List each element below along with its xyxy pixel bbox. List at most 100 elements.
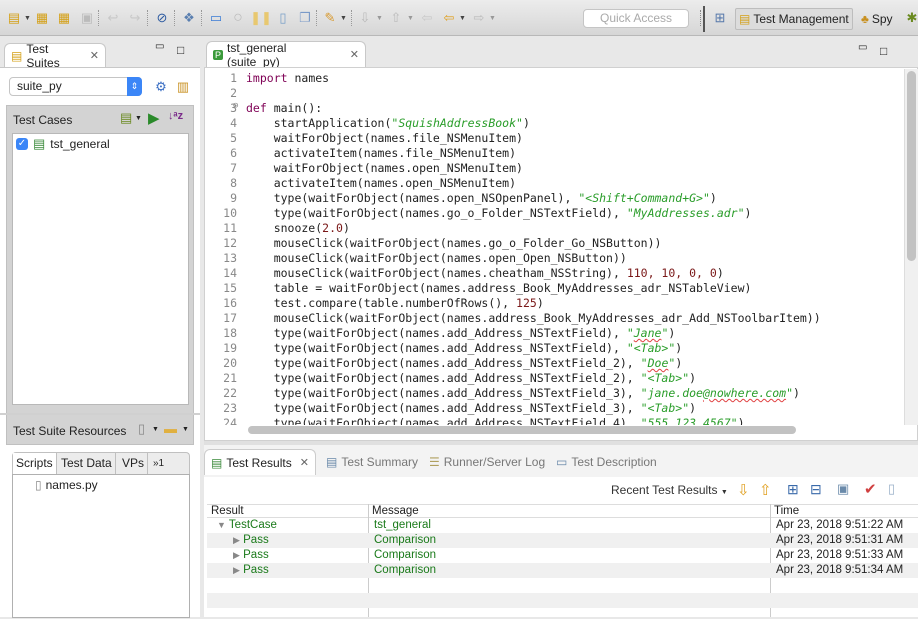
launch-aut-icon[interactable]: ▭ xyxy=(207,9,225,27)
maximize-icon[interactable]: □ xyxy=(880,44,887,58)
test-case-list: ✓ ▤ tst_general xyxy=(12,133,189,405)
column-header-result[interactable]: Result xyxy=(207,505,244,518)
fold-collapse-icon[interactable]: ⊖ xyxy=(233,101,238,111)
close-icon[interactable]: ✕ xyxy=(350,48,359,61)
toolbar-separator xyxy=(700,10,701,26)
expanded-triangle-icon[interactable]: ▼ xyxy=(217,520,226,530)
line-number: 16 xyxy=(223,296,237,310)
time-cell: Apr 23, 2018 9:51:31 AM xyxy=(776,534,904,546)
prev-annotation-dropdown-icon[interactable]: ▼ xyxy=(407,15,414,22)
table-row[interactable]: ▶ Pass Comparison Apr 23, 2018 9:51:33 A… xyxy=(207,548,918,563)
vertical-scrollbar[interactable] xyxy=(904,69,918,425)
horizontal-scrollbar[interactable] xyxy=(248,426,796,434)
new-icon[interactable]: ▤ xyxy=(5,9,23,27)
sort-az-icon[interactable]: ↓ᵃz xyxy=(168,110,183,122)
line-number: 23 xyxy=(223,401,237,415)
forward-icon[interactable]: ⇨ xyxy=(470,9,488,27)
suite-select[interactable]: suite_py ⇕ xyxy=(9,77,142,96)
tab-runner-server-log[interactable]: ☰ Runner/Server Log xyxy=(429,449,545,475)
back-dropdown-icon[interactable]: ▼ xyxy=(459,15,466,22)
open-suite-icon[interactable]: ▦ xyxy=(55,9,73,27)
expand-all-icon[interactable]: ⊞ xyxy=(787,481,799,498)
next-annotation-dropdown-icon[interactable]: ▼ xyxy=(376,15,383,22)
code-line: waitForObject(names.file_NSMenuItem) xyxy=(246,131,523,145)
resource-item[interactable]: ▯ names.py xyxy=(35,478,98,492)
tab-test-results[interactable]: ▤ Test Results ✕ xyxy=(204,449,316,475)
previous-failure-icon[interactable]: ⇧ xyxy=(759,481,772,499)
new-resource-icon[interactable]: ▯ xyxy=(138,421,145,437)
new-testcase-icon[interactable]: ▯ xyxy=(274,9,292,27)
table-row[interactable]: ▶ Pass Comparison Apr 23, 2018 9:51:34 A… xyxy=(207,563,918,578)
suite-columns-icon[interactable]: ▥ xyxy=(174,78,192,96)
undo-icon[interactable]: ↩ xyxy=(104,9,122,27)
tab-test-data[interactable]: Test Data xyxy=(58,453,116,474)
minimize-icon[interactable]: ▭ xyxy=(858,42,867,53)
collapsed-triangle-icon[interactable]: ▶ xyxy=(233,565,240,575)
window-icon[interactable]: ❐ xyxy=(296,9,314,27)
perspective-test-management[interactable]: ▤ Test Management xyxy=(735,8,853,30)
back-icon[interactable]: ⇦ xyxy=(440,9,458,27)
pause-icon[interactable]: ❚❚ xyxy=(250,9,272,27)
tab-overflow[interactable]: »1 xyxy=(150,453,167,474)
code-line: type(waitForObject(names.add_Address_NST… xyxy=(246,326,676,340)
record-icon[interactable]: ○ xyxy=(229,9,247,27)
table-row[interactable]: ▶ Pass Comparison Apr 23, 2018 9:51:31 A… xyxy=(207,533,918,548)
skip-breakpoints-icon[interactable]: ⊘ xyxy=(153,9,171,27)
collapsed-triangle-icon[interactable]: ▶ xyxy=(233,535,240,545)
tab-scripts[interactable]: Scripts xyxy=(13,453,57,474)
new-folder-dropdown-icon[interactable]: ▼ xyxy=(182,426,189,433)
highlight-icon[interactable]: ✎ xyxy=(321,9,339,27)
new-result-icon[interactable]: ▯ xyxy=(888,481,895,497)
screenshot-icon[interactable]: ▣ xyxy=(837,481,849,497)
new-folder-icon[interactable]: ▬ xyxy=(164,421,177,436)
code-line: activateItem(names.file_NSMenuItem) xyxy=(246,146,517,160)
code-line: type(waitForObject(names.add_Address_NST… xyxy=(246,416,745,425)
forward-dropdown-icon[interactable]: ▼ xyxy=(489,15,496,22)
quick-access-input[interactable]: Quick Access xyxy=(583,9,689,28)
new-dropdown-icon[interactable]: ▼ xyxy=(24,15,31,22)
redo-icon[interactable]: ↪ xyxy=(126,9,144,27)
resource-tabs: Scripts Test Data VPs »1 xyxy=(12,452,190,474)
suite-settings-icon[interactable]: ⚙ xyxy=(152,78,170,96)
tab-test-description[interactable]: ▭ Test Description xyxy=(556,449,657,475)
new-test-case-dropdown-icon[interactable]: ▼ xyxy=(135,115,142,122)
code-editor[interactable]: 1 2 3 4 5 6 7 8 9 10 11 12 13 14 15 16 17 18 19 20 21 22 23 24 … xyxy=(215,69,903,425)
next-failure-icon[interactable]: ⇩ xyxy=(737,481,750,499)
collapse-all-icon[interactable]: ⊟ xyxy=(810,481,822,498)
scrollbar-thumb[interactable] xyxy=(907,71,916,261)
open-perspective-icon[interactable]: ⊞ xyxy=(711,9,729,27)
table-row[interactable]: ▼ TestCase tst_general Apr 23, 2018 9:51… xyxy=(207,518,918,533)
save-icon[interactable]: ▣ xyxy=(78,9,96,27)
close-icon[interactable]: ✕ xyxy=(90,49,99,62)
tab-editor-tst-general[interactable]: P tst_general (suite_py) ✕ xyxy=(206,41,366,69)
column-header-message[interactable]: Message xyxy=(368,505,419,518)
code-line: mouseClick(waitForObject(names.address_B… xyxy=(246,311,821,325)
tab-label: Runner/Server Log xyxy=(443,455,546,469)
minimize-icon[interactable]: ▭ xyxy=(155,41,164,52)
test-case-checkbox[interactable]: ✓ xyxy=(16,138,28,150)
prev-annotation-icon[interactable]: ⇧ xyxy=(387,9,405,27)
test-case-item[interactable]: ✓ ▤ tst_general xyxy=(16,136,110,152)
close-icon[interactable]: ✕ xyxy=(300,456,309,469)
last-edit-icon[interactable]: ⇦ xyxy=(418,9,436,27)
new-test-case-icon[interactable]: ▤ xyxy=(120,110,132,126)
verify-icon[interactable]: ✔ xyxy=(864,480,877,498)
new-suite-icon[interactable]: ▦ xyxy=(33,9,51,27)
run-icon[interactable]: ▶ xyxy=(148,109,160,127)
next-annotation-icon[interactable]: ⇩ xyxy=(356,9,374,27)
debug-perspective-icon[interactable]: ✱ xyxy=(903,9,918,27)
maximize-icon[interactable]: □ xyxy=(177,43,184,57)
code-line: activateItem(names.open_NSMenuItem) xyxy=(246,176,517,190)
tab-test-summary[interactable]: ▤ Test Summary xyxy=(326,449,418,475)
collapsed-triangle-icon[interactable]: ▶ xyxy=(233,550,240,560)
tab-test-suites[interactable]: ▤ Test Suites ✕ xyxy=(4,42,106,70)
perspective-spy[interactable]: ♣ Spy xyxy=(858,8,896,30)
column-header-time[interactable]: Time xyxy=(770,505,799,518)
empty-row xyxy=(207,593,918,608)
recent-test-results-menu[interactable]: Recent Test Results ▼ xyxy=(611,483,728,497)
python-icon[interactable]: ❖ xyxy=(180,9,198,27)
test-results-icon: ▤ xyxy=(211,455,223,470)
highlight-dropdown-icon[interactable]: ▼ xyxy=(340,15,347,22)
new-resource-dropdown-icon[interactable]: ▼ xyxy=(152,426,159,433)
tab-vps[interactable]: VPs xyxy=(119,453,149,474)
